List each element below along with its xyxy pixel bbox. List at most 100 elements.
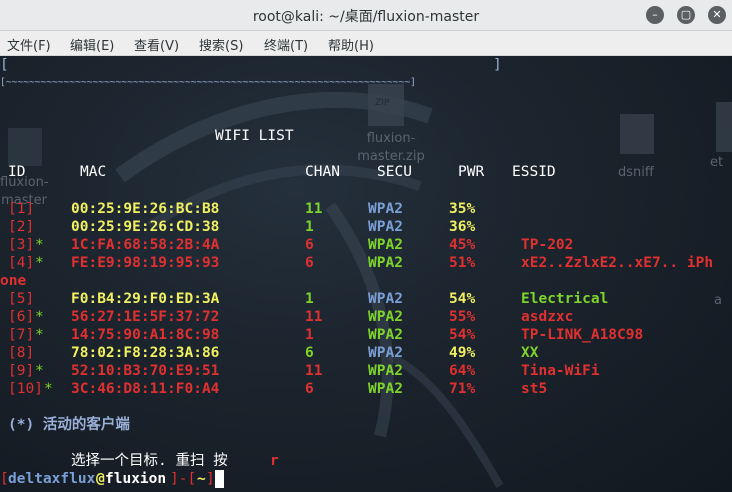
row-pwr: 51% (449, 255, 476, 271)
dsniff-label[interactable]: dsniff (618, 164, 654, 182)
row-essid: Tina-WiFi (521, 363, 600, 379)
row-mac: 52:10:B3:70:E9:51 (71, 363, 220, 379)
row-chan: 1 (305, 327, 314, 343)
desktop-icon-fragment-2: a (714, 293, 722, 308)
row-essid: st5 (521, 381, 548, 397)
row-essid: TP-LINK_A18C98 (521, 327, 644, 343)
menu-search[interactable]: 搜索(S) (199, 35, 243, 54)
col-essid: ESSID (512, 164, 556, 180)
row-mac: 14:75:90:A1:8C:98 (71, 327, 220, 343)
box-bottom: [~~~~~~~~~~~~~~~~~~~~~~~~~~~~~~~~~~~~~~~… (0, 77, 416, 88)
col-pwr: PWR (458, 164, 485, 180)
row-pwr: 36% (449, 219, 476, 235)
row-pwr: 71% (449, 381, 476, 397)
terminal-window: root@kali: ~/桌面/fluxion-master – ▢ ✕ 文件(… (0, 0, 732, 492)
row-secu: WPA2 (368, 345, 403, 361)
select-target-prompt: 选择一个目标. 重扫 按 (71, 453, 228, 469)
row-mac: F0:B4:29:F0:ED:3A (71, 291, 220, 307)
minimize-button[interactable]: – (646, 6, 664, 24)
row-active-star: * (35, 309, 44, 325)
row-essid: Electrical (521, 291, 609, 307)
row-active-star: * (35, 363, 44, 379)
row-pwr: 54% (449, 327, 476, 343)
prompt-host: fluxion (105, 471, 167, 487)
row-chan: 11 (305, 201, 323, 217)
row-id: [1] (8, 201, 35, 217)
row-id: [2] (8, 219, 35, 235)
row-chan: 1 (305, 291, 314, 307)
row-id: [8] (8, 345, 35, 361)
row-mac: 00:25:9E:26:CD:38 (71, 219, 220, 235)
row-id: [5] (8, 291, 35, 307)
row-pwr: 35% (449, 201, 476, 217)
col-mac: MAC (80, 164, 107, 180)
menu-edit[interactable]: 编辑(E) (70, 35, 114, 54)
menu-file[interactable]: 文件(F) (7, 35, 51, 54)
close-button[interactable]: ✕ (708, 6, 726, 24)
essid-wrap: one (0, 273, 27, 289)
zip-file-label[interactable]: fluxion- master.zip (356, 130, 426, 166)
row-chan: 6 (305, 255, 314, 271)
prompt-at: @ (96, 471, 105, 487)
row-essid: xE2..ZzlxE2..xE7.. iPh (521, 255, 714, 271)
terminal-cursor[interactable] (215, 470, 224, 488)
row-secu: WPA2 (368, 291, 403, 307)
row-id: [7] (8, 327, 35, 343)
row-pwr: 55% (449, 309, 476, 325)
row-secu: WPA2 (368, 237, 403, 253)
row-id: [4] (8, 255, 35, 271)
terminal-area[interactable]: ZIP fluxion- master.zip fluxion- master … (0, 56, 732, 492)
row-pwr: 54% (449, 291, 476, 307)
box-top-right: ] (493, 57, 502, 73)
row-essid: XX (521, 345, 539, 361)
row-chan: 6 (305, 237, 314, 253)
prompt-bracket-close: ] (206, 471, 215, 487)
menu-help[interactable]: 帮助(H) (328, 35, 374, 54)
row-pwr: 45% (449, 237, 476, 253)
wifi-list-title: WIFI LIST (215, 128, 294, 144)
row-active-star: * (35, 237, 44, 253)
col-id: ID (8, 164, 26, 180)
desktop-icon-fragment[interactable]: et (710, 154, 723, 172)
row-active-star: * (35, 255, 44, 271)
row-secu: WPA2 (368, 255, 403, 271)
row-essid: TP-202 (521, 237, 574, 253)
prompt-user: deltaxflux (8, 471, 96, 487)
row-secu: WPA2 (368, 381, 403, 397)
menu-bar: 文件(F) 编辑(E) 查看(V) 搜索(S) 终端(T) 帮助(H) (0, 31, 732, 56)
row-mac: 00:25:9E:26:BC:B8 (71, 201, 220, 217)
prompt-path: ~ (197, 471, 206, 487)
maximize-button[interactable]: ▢ (677, 6, 695, 24)
box-top-left: [ (0, 57, 9, 73)
row-mac: 3C:46:D8:11:F0:A4 (71, 381, 220, 397)
menu-terminal[interactable]: 终端(T) (264, 35, 308, 54)
row-mac: FE:E9:98:19:95:93 (71, 255, 220, 271)
title-bar[interactable]: root@kali: ~/桌面/fluxion-master – ▢ ✕ (0, 0, 732, 31)
rescan-key: r (270, 453, 279, 469)
row-mac: 56:27:1E:5F:37:72 (71, 309, 220, 325)
zip-name-line1: fluxion- (366, 131, 416, 146)
row-pwr: 64% (449, 363, 476, 379)
row-chan: 1 (305, 219, 314, 235)
window-title: root@kali: ~/桌面/fluxion-master (252, 9, 480, 25)
row-pwr: 49% (449, 345, 476, 361)
row-id: [3] (8, 237, 35, 253)
row-secu: WPA2 (368, 327, 403, 343)
row-chan: 11 (305, 363, 323, 379)
row-mac: 78:02:F8:28:3A:86 (71, 345, 220, 361)
row-active-star: * (35, 327, 44, 343)
row-active-star: * (44, 381, 53, 397)
col-chan: CHAN (305, 164, 340, 180)
menu-view[interactable]: 查看(V) (134, 35, 179, 54)
row-chan: 6 (305, 381, 314, 397)
row-secu: WPA2 (368, 201, 403, 217)
row-id: [6] (8, 309, 35, 325)
row-chan: 6 (305, 345, 314, 361)
row-secu: WPA2 (368, 309, 403, 325)
row-secu: WPA2 (368, 219, 403, 235)
row-id: [10] (8, 381, 43, 397)
row-id: [9] (8, 363, 35, 379)
zip-file-icon: ZIP (375, 98, 390, 108)
row-mac: 1C:FA:68:58:2B:4A (71, 237, 220, 253)
row-secu: WPA2 (368, 363, 403, 379)
